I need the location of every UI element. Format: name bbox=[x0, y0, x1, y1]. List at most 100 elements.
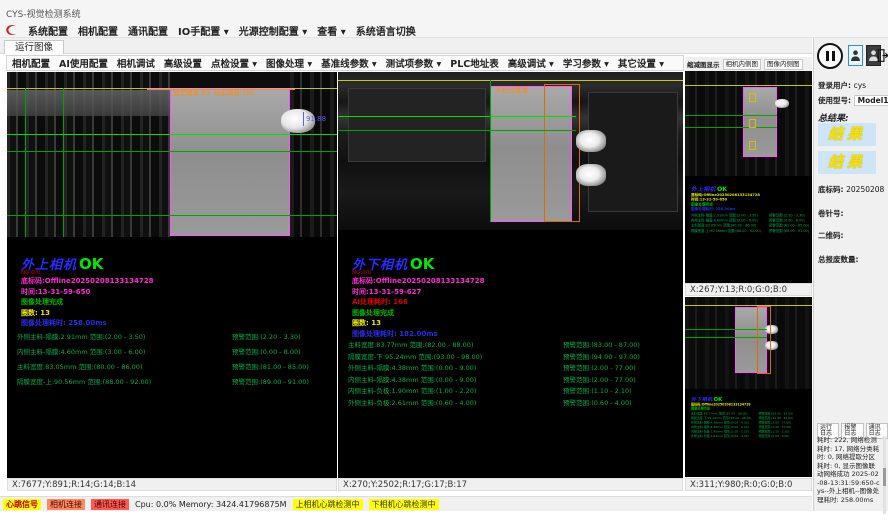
menu-item-language[interactable]: 系统语言切换 bbox=[356, 23, 416, 38]
menu-item-system-config[interactable]: 系统配置 bbox=[28, 23, 68, 38]
measurement-text: 外侧主料-隔膜:4.38mm 范围:(0.00 - 9.00) bbox=[691, 421, 759, 424]
left-camera-panel: 固定阈值:93, 动态阈值:100 91.88 外上相机OK NG:0/0 底标… bbox=[7, 72, 337, 478]
measurement-warning: 预警范围:(0.60 - 4.00) bbox=[563, 400, 632, 407]
overlay-line bbox=[685, 127, 777, 128]
measurement-text: 外侧主料-隔膜:4.38mm 范围:(0.00 - 9.00) bbox=[348, 365, 563, 372]
measurement-text: 主料宽度:83.05mm 范围:(80.00 - 86.00) bbox=[17, 364, 232, 371]
measurement-text: 隔膜宽度-上:90.56mm 范围:(88.00 - 92.00) bbox=[17, 379, 232, 386]
overlay-line bbox=[7, 134, 337, 135]
measurement-text: 隔膜宽度-上:90.56mm 范围:(88.00 - 92.00) bbox=[691, 229, 769, 233]
right-top-image[interactable] bbox=[685, 71, 812, 176]
measurement-text: 外侧主料-负极:2.61mm 范围:(0.60 - 4.00) bbox=[691, 435, 759, 438]
measurement-warning: 预警范围:(2.00 - 77.00) bbox=[563, 377, 636, 384]
roller-highlight bbox=[775, 99, 789, 108]
right-view-tab-2[interactable]: 图像内侧图 bbox=[764, 59, 803, 70]
right-view-tab-1[interactable]: 相机内侧图 bbox=[723, 59, 762, 70]
log-text[interactable]: 耗时: 222, 网络检测耗时: 17, 网络分类耗时: 0, 网络提取分区耗时… bbox=[817, 436, 881, 514]
menubar: 系统配置 相机配置 通讯配置 IO手配置 ▾ 光源控制配置 ▾ 查看 ▾ 系统语… bbox=[0, 23, 888, 38]
done-line: 图像处理完成 bbox=[352, 308, 485, 319]
measurement-row: 外侧主料-隔膜:2.91mm 范围:(2.00 - 3.50)预警范围:(2.2… bbox=[691, 214, 811, 218]
menu-item-comm-config[interactable]: 通讯配置 bbox=[128, 23, 168, 38]
bright-spot bbox=[576, 164, 606, 186]
status-ok: OK bbox=[714, 396, 723, 402]
overlay-line bbox=[303, 112, 304, 126]
measurement-warning: 预警范围:(89.00 - 91.00) bbox=[232, 379, 309, 386]
mid-camera-image[interactable]: AI检出图像 bbox=[338, 72, 683, 230]
tool-test-params[interactable]: 测试项参数 ▾ bbox=[386, 56, 442, 70]
tool-advanced-debug[interactable]: 高级调试 ▾ bbox=[508, 56, 554, 70]
overlay-line bbox=[685, 85, 812, 86]
overlay-line bbox=[685, 329, 767, 330]
measurement-warning: 预警范围:(94.00 - 97.00) bbox=[563, 354, 640, 361]
tool-other-settings[interactable]: 其它设置 ▾ bbox=[618, 56, 664, 70]
login-user-value: cys bbox=[854, 81, 866, 90]
measurement-warning: 预警范围:(94.00 - 97.00) bbox=[759, 417, 794, 420]
ai-detection-box bbox=[544, 84, 580, 222]
ai-overlay-label: AI检出图像 bbox=[496, 87, 528, 94]
tool-learning-params[interactable]: 学习参数 ▾ bbox=[563, 56, 609, 70]
overlay-line bbox=[685, 115, 777, 116]
measurement-warning: 预警范围:(1.10 - 2.10) bbox=[563, 388, 632, 395]
tool-image-processing[interactable]: 图像处理 ▾ bbox=[266, 56, 312, 70]
measurement-row: 主料宽度:83.05mm 范围:(80.00 - 86.00)预警范围:(81.… bbox=[691, 224, 811, 228]
user-login-button[interactable] bbox=[848, 45, 863, 66]
qr-row: 二维码: bbox=[818, 230, 844, 241]
exit-button[interactable] bbox=[875, 45, 888, 66]
titlebar: CYS-视觉检测系统 bbox=[0, 0, 888, 23]
tool-spot-check[interactable]: 点检设置 ▾ bbox=[211, 56, 257, 70]
menu-item-camera-config[interactable]: 相机配置 bbox=[78, 23, 118, 38]
measurement-text: 主料宽度:83.05mm 范围:(80.00 - 86.00) bbox=[691, 224, 769, 228]
tool-camera-config[interactable]: 相机配置 bbox=[12, 56, 50, 70]
camera-label: 外下相机 bbox=[691, 396, 713, 402]
measurement-warning: 预警范围:(83.00 - 87.00) bbox=[563, 342, 640, 349]
model-label: 使用型号: bbox=[818, 96, 851, 105]
measurement-warning: 预警范围:(2.20 - 3.30) bbox=[769, 214, 805, 218]
menu-item-view[interactable]: 查看 ▾ bbox=[317, 23, 346, 38]
right-views-title: 缩减图显示 bbox=[687, 59, 720, 69]
ai-time-line: AI处理耗时: 166 bbox=[352, 297, 485, 308]
measurement-text: 外侧主料-隔膜:2.91mm 范围:(2.00 - 3.50) bbox=[17, 334, 232, 341]
control-panel: 登录用户: cys 使用型号: Model1 总结果: 结果 结果 底标码: 2… bbox=[813, 38, 888, 511]
measurement-row: 外侧主料-隔膜:4.38mm 范围:(0.00 - 9.00)预警范围:(2.0… bbox=[691, 421, 811, 424]
measurement-warning: 预警范围:(2.00 - 77.00) bbox=[759, 421, 792, 424]
menu-item-io-config[interactable]: IO手配置 ▾ bbox=[178, 23, 229, 38]
tab-strip: 运行图像 bbox=[0, 38, 812, 54]
left-measurements: 外侧主料-隔膜:2.91mm 范围:(2.00 - 3.50)预警范围:(2.2… bbox=[17, 334, 309, 394]
measurement-warning: 预警范围:(1.10 - 2.10) bbox=[759, 430, 790, 433]
overlay-line bbox=[7, 151, 337, 152]
cpu-memory-text: Cpu: 0.0% Memory: 3424.41796875M bbox=[135, 500, 287, 509]
time-line: 时间:13-31-59-627 bbox=[352, 287, 485, 298]
right-bottom-image[interactable] bbox=[685, 297, 812, 389]
right-bottom-panel: 外下相机OK 底标码:Offline20250208133134728 图像处理… bbox=[685, 297, 812, 477]
user-icon bbox=[850, 49, 861, 62]
tool-camera-debug[interactable]: 相机调试 bbox=[117, 56, 155, 70]
measurement-row: 内侧主料-负极:1.90mm 范围:(1.00 - 2.20)预警范围:(1.1… bbox=[348, 388, 640, 395]
measurement-text: 主料宽度:83.77mm 范围:(82.00 - 88.00) bbox=[691, 412, 759, 415]
tool-advanced-settings[interactable]: 高级设置 bbox=[164, 56, 202, 70]
tool-ai-config[interactable]: AI使用配置 bbox=[59, 56, 108, 70]
elapsed-line: 图像处理耗时: 182.00ms bbox=[352, 329, 485, 340]
pause-button[interactable] bbox=[817, 43, 843, 69]
measurement-text: 内侧主料-隔膜:4.38mm 范围:(0.00 - 9.00) bbox=[691, 426, 759, 429]
measurement-row: 外侧主料-负极:2.61mm 范围:(0.60 - 4.00)预警范围:(0.6… bbox=[691, 435, 811, 438]
pause-icon bbox=[832, 51, 835, 61]
mid-coords-bar: X:270;Y:2502;R:17;G:17;B:17 bbox=[338, 478, 683, 491]
menu-item-light-config[interactable]: 光源控制配置 ▾ bbox=[239, 23, 308, 38]
loops-line: 圈数: 13 bbox=[352, 318, 485, 329]
log-scrollbar-thumb[interactable] bbox=[883, 468, 886, 486]
marker-box bbox=[749, 93, 756, 102]
left-camera-image[interactable]: 固定阈值:93, 动态阈值:100 91.88 bbox=[7, 72, 337, 237]
measurement-text: 主料宽度:83.77mm 范围:(82.00 - 88.00) bbox=[348, 342, 563, 349]
measurement-warning: 预警范围:(2.00 - 77.00) bbox=[563, 365, 636, 372]
model-value-box[interactable]: Model1 bbox=[854, 95, 888, 106]
overlay-line bbox=[7, 215, 337, 216]
status-ok: OK bbox=[79, 255, 103, 273]
measurement-warning: 预警范围:(0.00 - 8.00) bbox=[232, 349, 301, 356]
tab-run-image[interactable]: 运行图像 bbox=[4, 40, 64, 54]
overlay-line bbox=[490, 80, 491, 222]
right-bottom-coords-bar: X:311;Y:980;R:0;G:0;B:0 bbox=[685, 478, 812, 491]
marker-box bbox=[749, 141, 756, 150]
tool-baseline-params[interactable]: 基准线参数 ▾ bbox=[321, 56, 377, 70]
measurement-row: 隔膜宽度-上:90.56mm 范围:(88.00 - 92.00)预警范围:(8… bbox=[17, 379, 309, 386]
tool-plc-address[interactable]: PLC地址表 bbox=[450, 56, 499, 70]
